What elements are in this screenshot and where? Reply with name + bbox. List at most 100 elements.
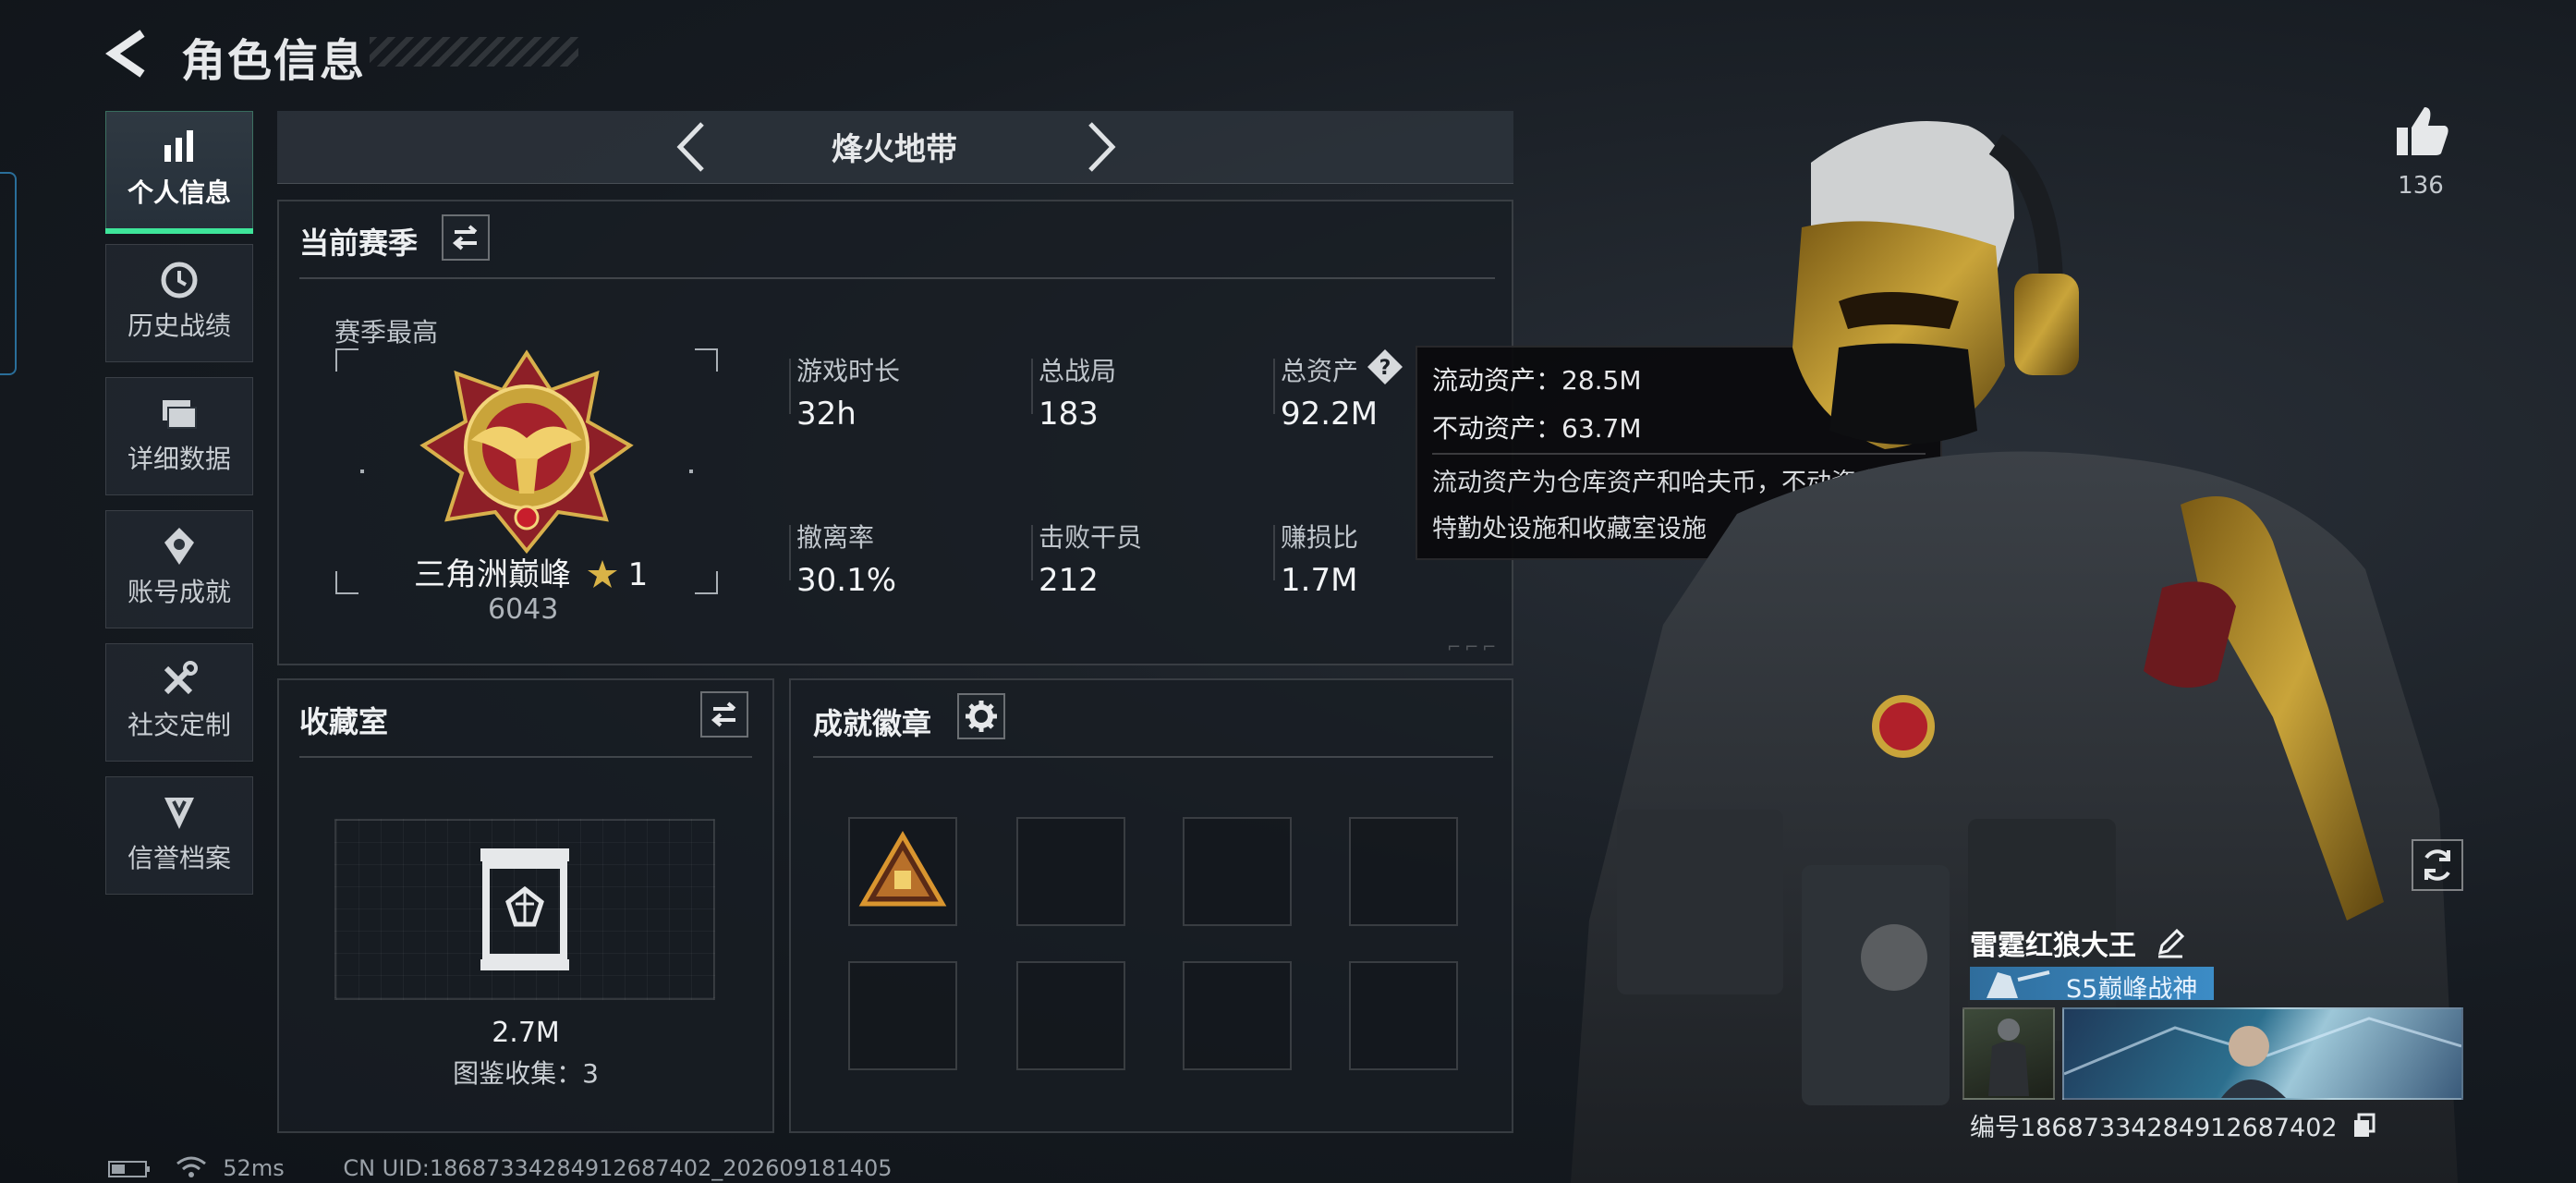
stat-divider [789, 359, 791, 414]
season-title: 当前赛季 [299, 226, 419, 261]
nav-personal-info[interactable]: 个人信息 [105, 111, 253, 234]
svg-text:?: ? [1379, 357, 1391, 380]
achievement-slot[interactable] [1183, 961, 1292, 1070]
stat-divider [1031, 359, 1033, 414]
collection-count: 图鉴收集：3 [453, 1058, 599, 1089]
achievement-slot[interactable] [1016, 961, 1125, 1070]
gear-icon [966, 701, 997, 732]
tools-icon [164, 661, 198, 695]
achievement-slot[interactable] [1183, 817, 1292, 926]
stat-divider [1273, 525, 1275, 580]
question-icon: ? [1367, 349, 1403, 384]
nav-label: 社交定制 [127, 710, 231, 740]
achievement-slot[interactable] [848, 817, 957, 926]
nav-social-custom[interactable]: 社交定制 [105, 643, 253, 762]
battery-icon [108, 1161, 150, 1177]
stat-value-playtime: 32h [796, 396, 857, 433]
collection-title: 收藏室 [299, 704, 389, 739]
season-divider [299, 277, 1495, 279]
player-uid: 编号18687334284912687402 [1970, 1114, 2338, 1142]
season-switch-button[interactable] [442, 214, 490, 261]
ping-value: 52ms [223, 1155, 285, 1181]
soldier-portrait-icon [1988, 1018, 2029, 1096]
rank-name-row: 三角洲巅峰 1 [414, 549, 648, 594]
like-count: 136 [2398, 172, 2444, 200]
nav-label: 个人信息 [127, 177, 231, 208]
pyramid-badge-icon [858, 831, 947, 907]
stat-label-kills: 击败干员 [1039, 522, 1143, 553]
chevron-left-icon [676, 122, 704, 172]
collection-divider [299, 756, 752, 758]
achievements-divider [813, 756, 1493, 758]
swap-icon [711, 701, 736, 727]
player-title-text: S5巅峰战神 [2066, 975, 2198, 1004]
nav-reputation[interactable]: 信誉档案 [105, 776, 253, 895]
rank-emblem-icon [419, 349, 634, 555]
page-title: 角色信息 [181, 35, 367, 87]
edge-tab[interactable] [0, 172, 17, 375]
nav-detail-data[interactable]: 详细数据 [105, 377, 253, 495]
player-name-row: 雷霆红狼大王 [1970, 922, 2186, 963]
clock-icon [161, 262, 198, 299]
like-button[interactable] [2393, 104, 2452, 163]
stat-value-kills: 212 [1039, 562, 1099, 599]
achievements-settings-button[interactable] [957, 693, 1005, 739]
stat-value-matches: 183 [1039, 396, 1099, 433]
stat-label-playtime: 游戏时长 [796, 356, 901, 386]
player-name: 雷霆红狼大王 [1970, 930, 2136, 962]
back-button[interactable] [102, 28, 157, 79]
title-decoration [370, 37, 578, 67]
rank-name: 三角洲巅峰 [414, 556, 571, 593]
nav-label: 详细数据 [127, 444, 231, 474]
mode-next-button[interactable] [1072, 118, 1127, 176]
vault-icon [480, 848, 569, 970]
stat-label-profit-ratio: 赚损比 [1281, 522, 1359, 553]
panel-corner-decoration: ⌐⌐⌐ [1447, 638, 1501, 657]
copy-icon[interactable] [2351, 1112, 2378, 1140]
rank-score: 6043 [488, 593, 559, 626]
stat-value-profit-ratio: 1.7M [1281, 562, 1358, 599]
nav-label: 账号成就 [127, 577, 231, 607]
stat-divider [789, 525, 791, 580]
banner-art [2063, 1017, 2462, 1098]
mode-title: 烽火地带 [832, 131, 957, 168]
nav-label: 信誉档案 [127, 843, 231, 873]
achievement-slot[interactable] [1349, 961, 1458, 1070]
nav-label: 历史战绩 [127, 311, 231, 341]
nav-history[interactable]: 历史战绩 [105, 244, 253, 362]
folders-icon [163, 400, 197, 429]
banner-card[interactable] [2062, 1007, 2463, 1100]
thumbs-up-icon [2397, 107, 2448, 155]
player-uid-row: 编号18687334284912687402 [1970, 1107, 2378, 1143]
shield-rank-icon [164, 798, 194, 829]
assets-help-button[interactable]: ? [1366, 348, 1404, 390]
achievement-slot[interactable] [848, 961, 957, 1070]
soldier-emblem-icon [1987, 970, 2050, 998]
back-arrow-icon [105, 30, 145, 78]
achievement-slot[interactable] [1349, 817, 1458, 926]
achievements-title: 成就徽章 [813, 706, 932, 741]
stat-label-assets: 总资产 [1281, 356, 1359, 386]
chevron-right-icon [1088, 122, 1116, 172]
stat-label-extract-rate: 撤离率 [796, 522, 875, 553]
mode-prev-button[interactable] [665, 118, 721, 176]
season-best-label: 赛季最高 [334, 317, 439, 348]
stat-value-assets: 92.2M [1281, 396, 1379, 433]
star-icon [587, 560, 617, 588]
nav-achievements[interactable]: 账号成就 [105, 510, 253, 628]
stat-value-extract-rate: 30.1% [796, 562, 897, 599]
outfit-card[interactable] [1962, 1007, 2055, 1100]
bar-chart-icon [164, 130, 193, 162]
collection-value: 2.7M [492, 1017, 560, 1049]
achievement-slot[interactable] [1016, 817, 1125, 926]
medal-icon [164, 528, 194, 565]
rank-stars: 1 [627, 556, 649, 593]
swap-icon [452, 225, 478, 250]
collection-switch-button[interactable] [700, 691, 748, 738]
stat-divider [1031, 525, 1033, 580]
refresh-icon [2424, 849, 2450, 881]
wifi-icon [176, 1156, 206, 1177]
edit-icon[interactable] [2155, 927, 2186, 958]
refresh-model-button[interactable] [2412, 839, 2463, 891]
status-bar: 52ms CN UID:18687334284912687402_2026091… [107, 1155, 893, 1181]
